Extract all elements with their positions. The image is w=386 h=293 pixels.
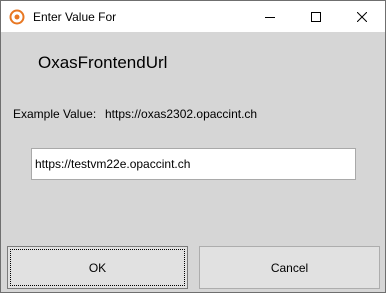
title-bar[interactable]: Enter Value For — [1, 1, 385, 32]
maximize-button[interactable] — [293, 1, 339, 32]
value-input[interactable] — [31, 148, 356, 180]
minimize-icon — [265, 12, 275, 22]
example-value-label: Example Value: — [13, 107, 97, 121]
dialog-window: Enter Value For OxasFrontendUrl Example … — [0, 0, 386, 293]
cancel-button-label: Cancel — [270, 260, 309, 275]
close-button[interactable] — [339, 1, 385, 32]
app-icon — [9, 9, 25, 25]
cancel-button[interactable]: Cancel — [199, 246, 380, 289]
dialog-body: OxasFrontendUrl Example Value: https://o… — [1, 32, 385, 292]
setting-name-heading: OxasFrontendUrl — [38, 53, 168, 72]
window-title: Enter Value For — [33, 10, 117, 24]
minimize-button[interactable] — [247, 1, 293, 32]
close-icon — [357, 11, 367, 22]
example-value-text: https://oxas2302.opaccint.ch — [105, 107, 258, 121]
ok-button[interactable]: OK — [7, 246, 188, 289]
focus-rectangle — [10, 249, 185, 286]
maximize-icon — [311, 11, 321, 22]
